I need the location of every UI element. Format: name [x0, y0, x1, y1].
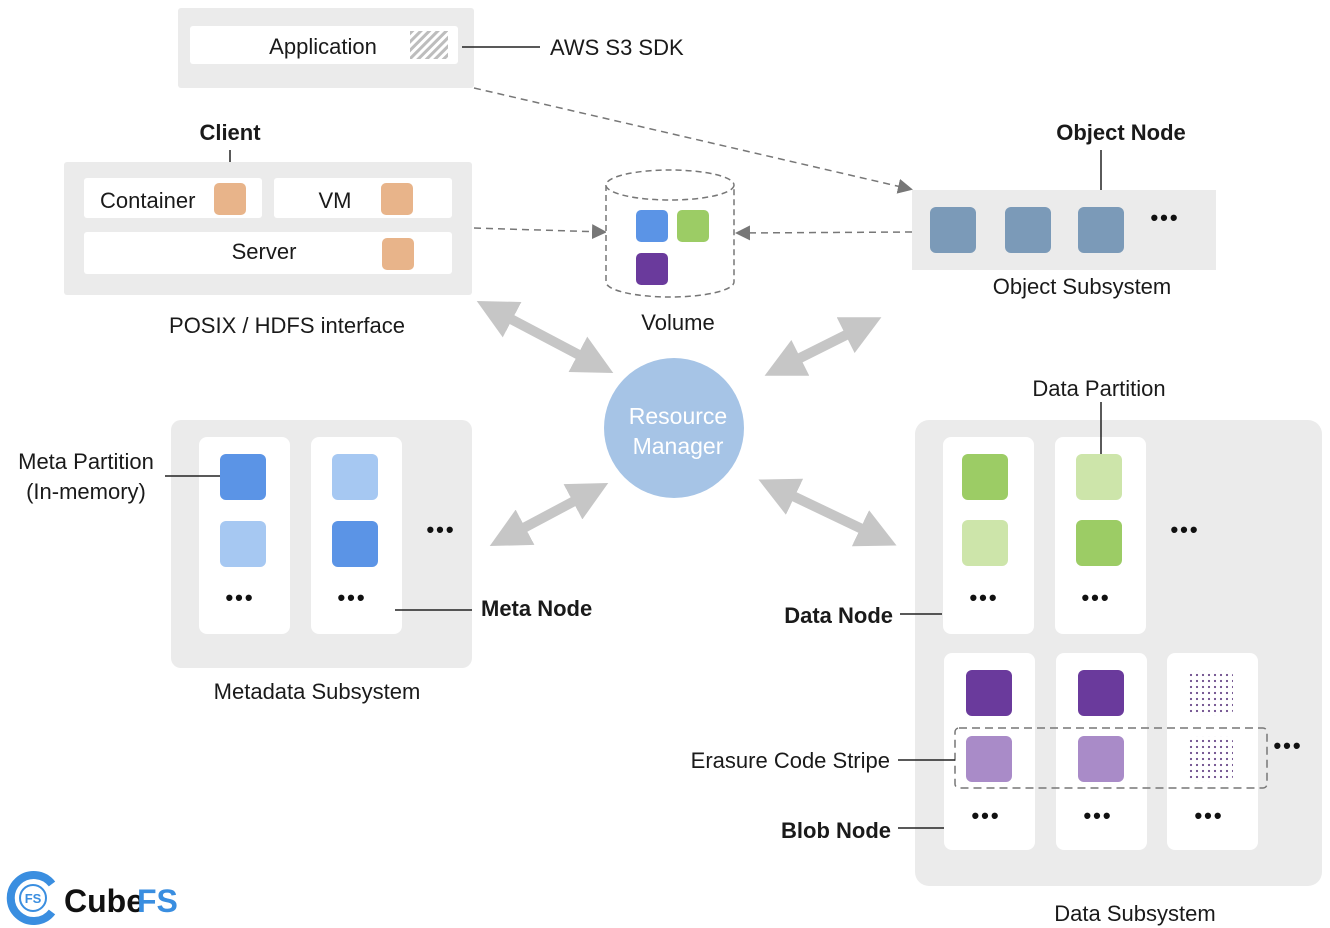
svg-text:Resource: Resource: [629, 403, 727, 429]
meta-partition-sublabel: (In-memory): [26, 479, 146, 504]
vm-label: VM: [319, 188, 352, 213]
vm-block: [381, 183, 413, 215]
svg-text:•••: •••: [225, 585, 254, 610]
object-node-label: Object Node: [1056, 120, 1186, 145]
svg-text:•••: •••: [1150, 205, 1179, 230]
svg-text:•••: •••: [1170, 517, 1199, 542]
svg-text:•••: •••: [426, 517, 455, 542]
svg-text:FS: FS: [25, 891, 42, 906]
resource-manager: Resource Manager: [604, 358, 744, 498]
blob-node-label: Blob Node: [781, 818, 891, 843]
client-panel: Container VM Server: [64, 162, 472, 295]
svg-text:Manager: Manager: [633, 433, 724, 459]
client-title: Client: [199, 120, 261, 145]
meta-node-label: Meta Node: [481, 596, 592, 621]
metadata-subsystem-panel: ••• ••• •••: [171, 420, 472, 668]
cubefs-logo: FS Cube FS: [6, 871, 178, 925]
posix-hdfs-label: POSIX / HDFS interface: [169, 313, 405, 338]
erasure-code-stripe-label: Erasure Code Stripe: [691, 748, 890, 773]
metadata-subsystem-label: Metadata Subsystem: [214, 679, 421, 704]
svg-text:FS: FS: [137, 883, 178, 919]
application-panel: Application: [178, 8, 474, 88]
data-partition-label: Data Partition: [1032, 376, 1165, 401]
data-subsystem-panel: ••• ••• ••• ••• ••• ••• •••: [915, 420, 1322, 886]
object-subsystem-panel: •••: [912, 190, 1216, 270]
container-block: [214, 183, 246, 215]
svg-text:•••: •••: [1194, 803, 1223, 828]
server-block: [382, 238, 414, 270]
svg-text:•••: •••: [1273, 733, 1302, 758]
meta-partition-label: Meta Partition: [18, 449, 154, 474]
volume-cylinder: [605, 169, 735, 298]
data-node-label: Data Node: [784, 603, 893, 628]
svg-text:•••: •••: [337, 585, 366, 610]
volume-label: Volume: [641, 310, 714, 335]
data-subsystem-label: Data Subsystem: [1054, 901, 1215, 926]
object-to-volume-arrow: [735, 225, 913, 241]
svg-text:•••: •••: [971, 803, 1000, 828]
hatched-sdk-icon: [410, 31, 448, 59]
server-label: Server: [232, 239, 297, 264]
container-label: Container: [100, 188, 195, 213]
svg-text:Cube: Cube: [64, 883, 144, 919]
aws-s3-sdk-label: AWS S3 SDK: [550, 35, 684, 60]
cubefs-architecture-diagram: Application AWS S3 SDK Client Container …: [6, 8, 1322, 926]
application-label: Application: [269, 34, 377, 59]
svg-text:•••: •••: [1081, 585, 1110, 610]
svg-text:•••: •••: [969, 585, 998, 610]
object-subsystem-label: Object Subsystem: [993, 274, 1172, 299]
client-to-volume-arrow: [473, 224, 607, 240]
svg-text:•••: •••: [1083, 803, 1112, 828]
